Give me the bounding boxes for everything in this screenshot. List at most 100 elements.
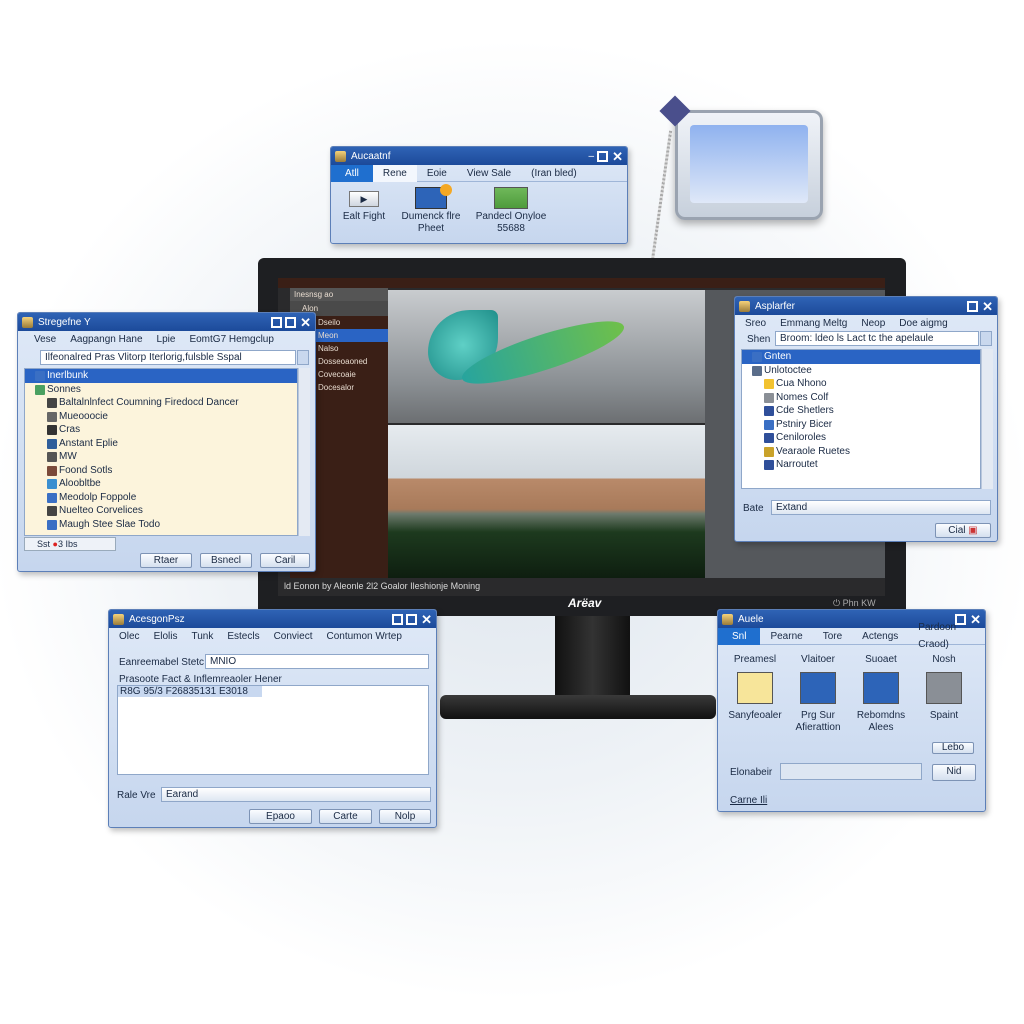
tree-item[interactable]: Mueooocie — [25, 410, 297, 424]
tree-item[interactable]: Cras — [25, 423, 297, 437]
cancel-button[interactable]: Caril — [260, 553, 310, 568]
tree-node-icon — [764, 433, 774, 443]
tree-item[interactable]: Maugh Stee Slae Todo — [25, 518, 297, 532]
tree-item[interactable]: Cua Nhono — [742, 377, 980, 391]
close-button[interactable]: ✕ — [421, 613, 432, 626]
close-button[interactable]: ✕ — [982, 300, 993, 313]
menu-item[interactable]: Doe aigmg — [899, 318, 947, 329]
tab-snl[interactable]: Snl — [718, 627, 761, 645]
field-label: Eanreemabel Stetc — [119, 657, 205, 668]
menu-item[interactable]: Neop — [861, 318, 885, 329]
tree-item[interactable]: Inerlbunk — [25, 369, 297, 383]
nid-button[interactable]: Nid — [932, 764, 976, 781]
ribbon-window-top: Aucaatnf –□✕ Atll Rene Eoie View Sale (Ir… — [330, 146, 628, 244]
tree-item[interactable]: Foond Sotls — [25, 464, 297, 478]
maximize-button[interactable] — [285, 316, 297, 328]
tab-pardoon[interactable]: Pardoon Craod) — [908, 619, 985, 653]
tree-item[interactable]: Vearaole Ruetes — [742, 445, 980, 459]
tree-item[interactable]: Aloobltbe — [25, 477, 297, 491]
tree-item[interactable]: Narroutet — [742, 458, 980, 472]
menu-item[interactable]: EomtG7 Hemgclup — [189, 334, 273, 345]
tree-item[interactable]: Cde Shetlers — [742, 404, 980, 418]
mode-select[interactable]: Earand — [161, 787, 431, 802]
tree-item[interactable]: MW — [25, 450, 297, 464]
tree-item[interactable]: Anstant Eplie — [25, 437, 297, 451]
menu-item[interactable]: Lpie — [157, 334, 176, 345]
tab-all[interactable]: Atll — [331, 164, 373, 182]
menu-item[interactable]: Vese — [34, 334, 56, 345]
tree-node-icon — [47, 479, 57, 489]
tree-item[interactable]: Pstniry Bicer — [742, 418, 980, 432]
tree-item[interactable]: Nomes Colf — [742, 391, 980, 405]
area-label: Prasoote Fact & Inflemreaoler Hener — [119, 674, 282, 685]
dropdown-button[interactable] — [297, 350, 309, 365]
close-button[interactable]: ✕ — [300, 316, 311, 329]
help-button[interactable]: Nolp — [379, 809, 431, 824]
action-label: Rebomdns Alees — [856, 710, 906, 733]
menu-item[interactable]: Conviect — [274, 631, 313, 642]
power-button[interactable]: ⏻ Phn KW — [833, 598, 876, 609]
minimize-button[interactable] — [271, 316, 283, 328]
rtaer-button[interactable]: Rtaer — [140, 553, 192, 568]
tree-node-icon — [35, 371, 45, 381]
path-input[interactable]: Broom: ldeo ls Lact tc the apelaule — [775, 331, 979, 346]
device-icon — [926, 672, 962, 704]
name-input[interactable]: MNIO — [205, 654, 429, 669]
tab-edit[interactable]: Eoie — [417, 165, 457, 182]
action-button[interactable]: Vlaitoer Prg Sur Afierattion — [787, 654, 849, 734]
tree-item[interactable]: Unlotoctee — [742, 364, 980, 378]
menu-item[interactable]: Tunk — [191, 631, 213, 642]
tab-other[interactable]: (Iran bled) — [521, 165, 587, 182]
action-button[interactable]: Preamesl Sanyfeoaler — [724, 654, 786, 722]
menu-item[interactable]: Elolis — [154, 631, 178, 642]
bsnecl-button[interactable]: Bsnecl — [200, 553, 252, 568]
tree-item[interactable]: Sonnes — [25, 383, 297, 397]
tab-pearne[interactable]: Pearne — [760, 628, 812, 645]
settings-badge-icon — [415, 184, 452, 209]
dropdown-button[interactable] — [980, 331, 992, 346]
lebo-button[interactable]: Lebo — [932, 742, 974, 754]
close-icon: ▣ — [968, 525, 978, 536]
tree-item[interactable]: Ceniloroles — [742, 431, 980, 445]
text-area[interactable]: R8G 95/3 F26835131 E3018 — [117, 685, 429, 775]
tree-item[interactable]: Gnten — [742, 350, 980, 364]
tree-item[interactable]: Nuelteo Corvelices — [25, 504, 297, 518]
close-button[interactable]: ✕ — [612, 150, 623, 163]
scrollbar[interactable] — [298, 368, 310, 536]
folder-icon — [737, 672, 773, 704]
app-icon — [113, 613, 124, 625]
menu-item[interactable]: Estecls — [227, 631, 259, 642]
ribbon-button-panel[interactable]: Pandecl Onyloe 55688 — [471, 187, 551, 235]
tab-tore[interactable]: Tore — [813, 628, 852, 645]
show-label: Shen — [747, 334, 771, 345]
path-input[interactable]: Ilfeonalred Pras Vlitorp Iterlorig,fulsb… — [40, 350, 296, 365]
minimize-button[interactable] — [392, 613, 404, 625]
maximize-button[interactable]: □ — [597, 150, 609, 162]
carte-button[interactable]: Carte — [319, 809, 372, 824]
maximize-button[interactable] — [406, 613, 418, 625]
ribbon-button-document[interactable]: Dumenck flre Pheet — [396, 184, 466, 235]
tab-actengs[interactable]: Actengs — [852, 628, 908, 645]
cial-button[interactable]: Cial ▣ — [935, 523, 991, 538]
tab-rene[interactable]: Rene — [372, 164, 417, 182]
menu-item[interactable]: Contumon Wrtep — [326, 631, 401, 642]
tree-item[interactable]: Baltalnlnfect Coumning Firedocd Dancer — [25, 396, 297, 410]
maximize-button[interactable] — [967, 300, 979, 312]
minimize-button[interactable]: – — [589, 151, 595, 162]
expand-select[interactable]: Extand — [771, 500, 991, 515]
menu-item[interactable]: Sreo — [745, 318, 766, 329]
value-input[interactable] — [780, 763, 922, 780]
link[interactable]: Carne Ili — [730, 795, 767, 806]
action-button[interactable]: Nosh Spaint — [913, 654, 975, 722]
action-button[interactable]: Suoaet Rebomdns Alees — [850, 654, 912, 734]
tree-item[interactable]: Meodolp Foppole — [25, 491, 297, 505]
tree-item-label: Meodolp Foppole — [59, 491, 137, 503]
epaoo-button[interactable]: Epaoo — [249, 809, 312, 824]
scrollbar[interactable] — [981, 349, 993, 489]
image-icon — [494, 187, 528, 209]
menu-item[interactable]: Olec — [119, 631, 140, 642]
menu-item[interactable]: Aagpangn Hane — [70, 334, 142, 345]
menu-item[interactable]: Emmang Meltg — [780, 318, 847, 329]
ribbon-button-edit-fight[interactable]: ▶ Ealt Fight — [339, 191, 389, 223]
tab-view[interactable]: View Sale — [457, 165, 521, 182]
